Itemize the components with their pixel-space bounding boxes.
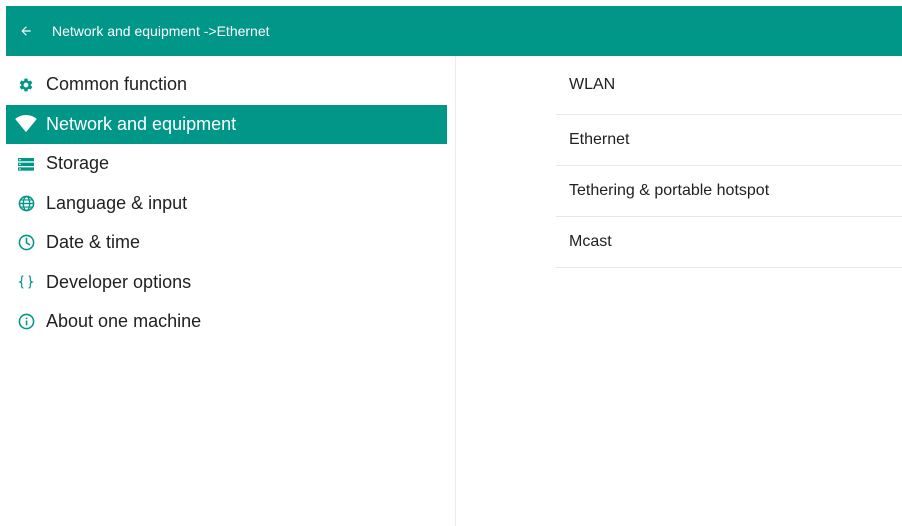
arrow-left-icon <box>19 24 33 38</box>
sidebar-item-storage[interactable]: Storage <box>6 144 447 184</box>
detail-item-tethering-hotspot[interactable]: Tethering & portable hotspot <box>556 166 902 217</box>
sidebar-item-language-input[interactable]: Language & input <box>6 184 447 224</box>
settings-window: Network and equipment ->Ethernet Common … <box>6 6 902 526</box>
detail-item-wlan[interactable]: WLAN <box>556 56 902 115</box>
braces-icon <box>6 274 46 290</box>
content-area: Common function Network and equipment St… <box>6 56 902 526</box>
sidebar-item-label: Network and equipment <box>46 113 237 134</box>
detail-item-mcast[interactable]: Mcast <box>556 217 902 268</box>
sidebar-item-label: About one machine <box>46 311 202 332</box>
app-bar: Network and equipment ->Ethernet <box>6 6 902 56</box>
back-button[interactable] <box>6 6 46 56</box>
sidebar-item-label: Common function <box>46 74 188 95</box>
wifi-icon <box>6 115 46 133</box>
detail-list: WLAN Ethernet Tethering & portable hotsp… <box>556 56 902 268</box>
detail-panel: WLAN Ethernet Tethering & portable hotsp… <box>456 56 902 526</box>
sidebar-item-label: Storage <box>46 153 110 174</box>
sidebar-item-date-time[interactable]: Date & time <box>6 223 447 263</box>
sidebar-item-label: Developer options <box>46 271 192 292</box>
sidebar-item-network-and-equipment[interactable]: Network and equipment <box>6 104 447 144</box>
sidebar-item-about-one-machine[interactable]: About one machine <box>6 302 447 342</box>
sidebar-item-developer-options[interactable]: Developer options <box>6 263 447 303</box>
page-title: Network and equipment ->Ethernet <box>52 23 270 39</box>
screen-frame: Network and equipment ->Ethernet Common … <box>0 0 902 526</box>
globe-icon <box>6 195 46 212</box>
info-icon <box>6 313 46 330</box>
storage-icon <box>6 157 46 171</box>
sidebar: Common function Network and equipment St… <box>6 56 456 526</box>
detail-item-ethernet[interactable]: Ethernet <box>556 115 902 166</box>
sidebar-item-common-function[interactable]: Common function <box>6 65 447 105</box>
gear-icon <box>6 77 46 93</box>
sidebar-item-label: Language & input <box>46 192 188 213</box>
sidebar-item-label: Date & time <box>46 232 141 253</box>
clock-icon <box>6 234 46 251</box>
